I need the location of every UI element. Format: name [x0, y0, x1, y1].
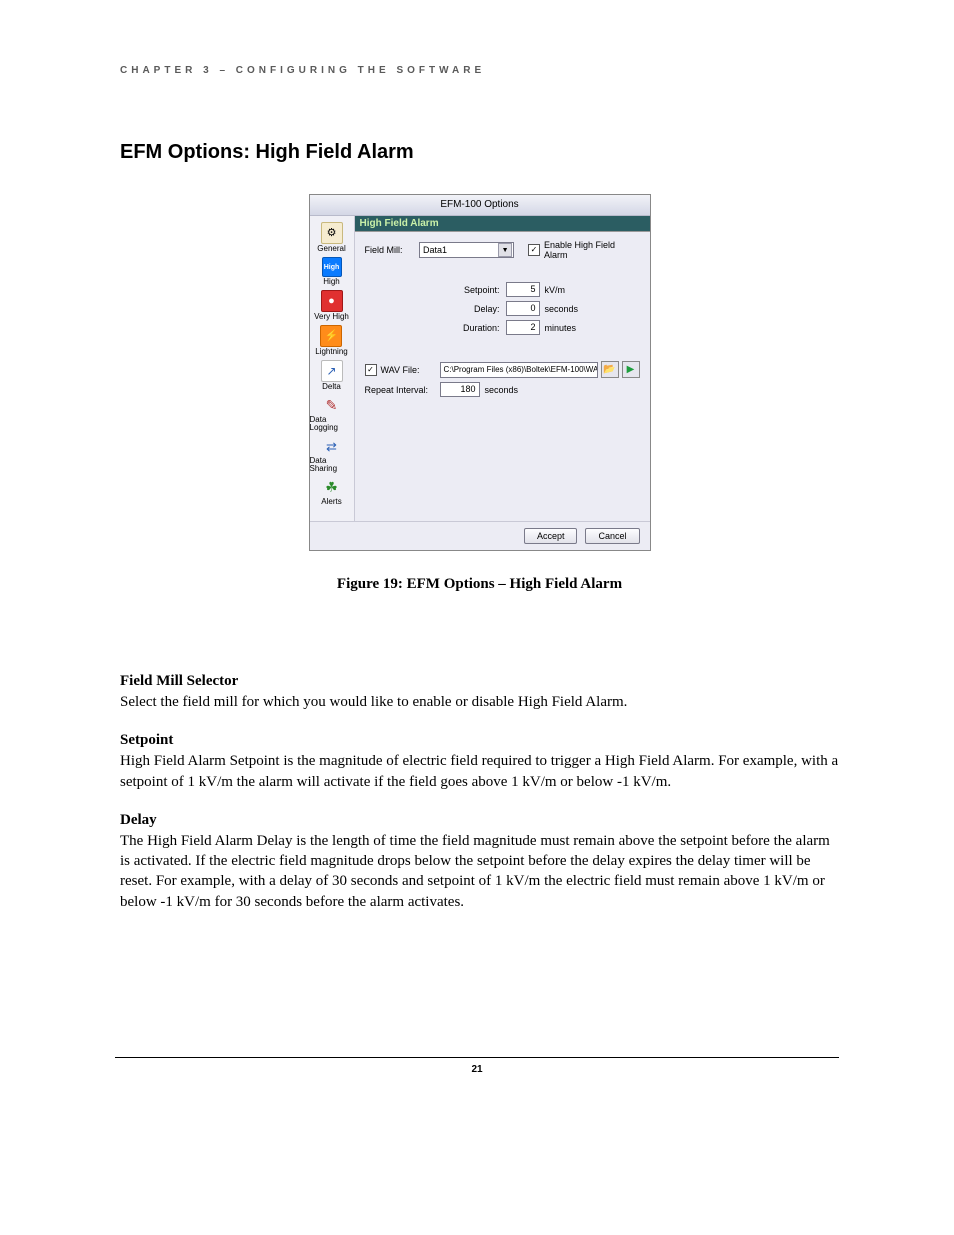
- sidebar-label: Lightning: [315, 348, 347, 356]
- wav-file-label: WAV File:: [381, 365, 420, 375]
- body-text: Field Mill Selector Select the field mil…: [120, 673, 839, 912]
- heading-delay: Delay: [120, 812, 839, 829]
- cancel-button[interactable]: Cancel: [585, 528, 639, 544]
- sidebar-label: High: [323, 278, 339, 286]
- dialog-footer: Accept Cancel: [310, 521, 650, 550]
- sidebar-item-data-sharing[interactable]: ⇄ Data Sharing: [310, 436, 354, 473]
- figure-caption: Figure 19: EFM Options – High Field Alar…: [120, 576, 839, 593]
- gear-icon: ⚙: [321, 222, 343, 244]
- field-mill-select[interactable]: Data1 ▼: [419, 242, 514, 258]
- delay-input[interactable]: 0: [506, 301, 540, 316]
- sidebar-label: Data Sharing: [310, 457, 354, 473]
- sidebar-label: General: [317, 245, 345, 253]
- content-panel: High Field Alarm Field Mill: Data1 ▼ ✓ E…: [355, 216, 650, 521]
- data-logging-icon: ✎: [322, 395, 342, 415]
- setpoint-input[interactable]: 5: [506, 282, 540, 297]
- heading-setpoint: Setpoint: [120, 732, 839, 749]
- paragraph: The High Field Alarm Delay is the length…: [120, 831, 839, 912]
- sidebar-item-delta[interactable]: ↗ Delta: [321, 360, 343, 391]
- setpoint-unit: kV/m: [545, 285, 566, 295]
- duration-input[interactable]: 2: [506, 320, 540, 335]
- field-mill-label: Field Mill:: [365, 245, 419, 255]
- wav-file-checkbox[interactable]: ✓ WAV File:: [365, 364, 440, 376]
- sidebar-item-very-high[interactable]: ● Very High: [314, 290, 349, 321]
- chapter-header: CHAPTER 3 – CONFIGURING THE SOFTWARE: [120, 65, 839, 76]
- repeat-interval-unit: seconds: [485, 385, 519, 395]
- options-dialog: EFM-100 Options ⚙ General High High ● Ve…: [309, 194, 651, 551]
- sidebar-item-high[interactable]: High High: [322, 257, 342, 286]
- duration-unit: minutes: [545, 323, 577, 333]
- high-alarm-icon: High: [322, 257, 342, 277]
- repeat-interval-label: Repeat Interval:: [365, 385, 440, 395]
- sidebar: ⚙ General High High ● Very High ⚡ Lightn…: [310, 216, 355, 521]
- setpoint-label: Setpoint:: [420, 285, 506, 295]
- page-footer: 21: [115, 1057, 839, 1075]
- checkbox-icon: ✓: [365, 364, 377, 376]
- panel-header: High Field Alarm: [355, 216, 650, 232]
- field-mill-value: Data1: [423, 245, 447, 255]
- page-number: 21: [471, 1064, 482, 1075]
- delay-label: Delay:: [420, 304, 506, 314]
- sidebar-label: Data Logging: [310, 416, 354, 432]
- enable-label: Enable High Field Alarm: [544, 240, 640, 260]
- play-button[interactable]: ▶: [622, 361, 640, 378]
- sidebar-label: Very High: [314, 313, 349, 321]
- delta-icon: ↗: [321, 360, 343, 382]
- lightning-icon: ⚡: [320, 325, 342, 347]
- very-high-alarm-icon: ●: [321, 290, 343, 312]
- delay-unit: seconds: [545, 304, 579, 314]
- repeat-interval-input[interactable]: 180: [440, 382, 480, 397]
- sidebar-label: Alerts: [321, 498, 341, 506]
- sidebar-item-lightning[interactable]: ⚡ Lightning: [315, 325, 347, 356]
- browse-button[interactable]: 📂: [601, 361, 619, 378]
- heading-field-mill-selector: Field Mill Selector: [120, 673, 839, 690]
- folder-open-icon: 📂: [603, 364, 615, 375]
- sidebar-item-alerts[interactable]: ☘ Alerts: [321, 477, 341, 506]
- enable-high-field-checkbox[interactable]: ✓ Enable High Field Alarm: [528, 240, 639, 260]
- section-title: EFM Options: High Field Alarm: [120, 141, 839, 164]
- paragraph: High Field Alarm Setpoint is the magnitu…: [120, 751, 839, 792]
- sidebar-item-general[interactable]: ⚙ General: [317, 222, 345, 253]
- sidebar-label: Delta: [322, 383, 341, 391]
- paragraph: Select the field mill for which you woul…: [120, 692, 839, 712]
- chevron-down-icon: ▼: [498, 243, 512, 257]
- accept-button[interactable]: Accept: [524, 528, 578, 544]
- wav-path-input[interactable]: C:\Program Files (x86)\Boltek\EFM-100\WA…: [440, 362, 598, 378]
- duration-label: Duration:: [420, 323, 506, 333]
- play-icon: ▶: [627, 364, 635, 375]
- dialog-title: EFM-100 Options: [310, 195, 650, 216]
- data-sharing-icon: ⇄: [322, 436, 342, 456]
- sidebar-item-data-logging[interactable]: ✎ Data Logging: [310, 395, 354, 432]
- checkbox-icon: ✓: [528, 244, 540, 256]
- alerts-icon: ☘: [321, 477, 341, 497]
